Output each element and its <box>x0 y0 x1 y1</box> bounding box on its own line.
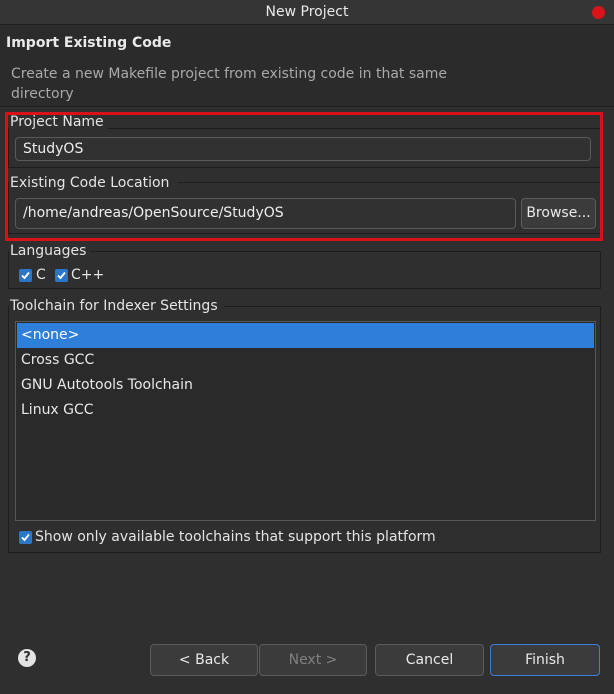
show-available-label: Show only available toolchains that supp… <box>35 529 436 545</box>
list-item-linux-gcc[interactable]: Linux GCC <box>17 398 594 423</box>
back-button[interactable]: < Back <box>150 644 258 676</box>
help-icon[interactable]: ? <box>18 649 36 667</box>
check-icon <box>21 533 30 542</box>
page-description: Create a new Makefile project from exist… <box>11 66 447 102</box>
finish-button[interactable]: Finish <box>490 644 600 676</box>
browse-button[interactable]: Browse... <box>521 198 596 229</box>
project-name-label: Project Name <box>10 114 104 130</box>
list-item-cross-gcc[interactable]: Cross GCC <box>17 348 594 373</box>
toolchain-list[interactable]: <none> Cross GCC GNU Autotools Toolchain… <box>15 321 596 521</box>
close-icon[interactable] <box>592 6 605 19</box>
toolchain-label: Toolchain for Indexer Settings <box>10 298 218 314</box>
show-available-checkbox[interactable] <box>19 531 32 544</box>
wizard-header: Import Existing Code Create a new Makefi… <box>0 26 614 106</box>
window-title: New Project <box>265 4 349 20</box>
title-bar: New Project <box>0 0 614 25</box>
page-title: Import Existing Code <box>6 35 172 51</box>
list-item-gnu-autotools[interactable]: GNU Autotools Toolchain <box>17 373 594 398</box>
code-location-label: Existing Code Location <box>10 175 170 191</box>
next-button[interactable]: Next > <box>259 644 367 676</box>
cpp-checkbox[interactable] <box>55 269 68 282</box>
cpp-label: C++ <box>71 267 105 283</box>
c-checkbox[interactable] <box>19 269 32 282</box>
languages-label: Languages <box>10 243 87 259</box>
project-name-input[interactable]: StudyOS <box>15 137 591 161</box>
cancel-button[interactable]: Cancel <box>375 644 484 676</box>
header-divider <box>0 106 614 107</box>
check-icon <box>21 271 30 280</box>
c-label: C <box>36 267 46 283</box>
list-item-none[interactable]: <none> <box>17 323 594 348</box>
check-icon <box>57 271 66 280</box>
code-location-input[interactable]: /home/andreas/OpenSource/StudyOS <box>15 198 516 229</box>
